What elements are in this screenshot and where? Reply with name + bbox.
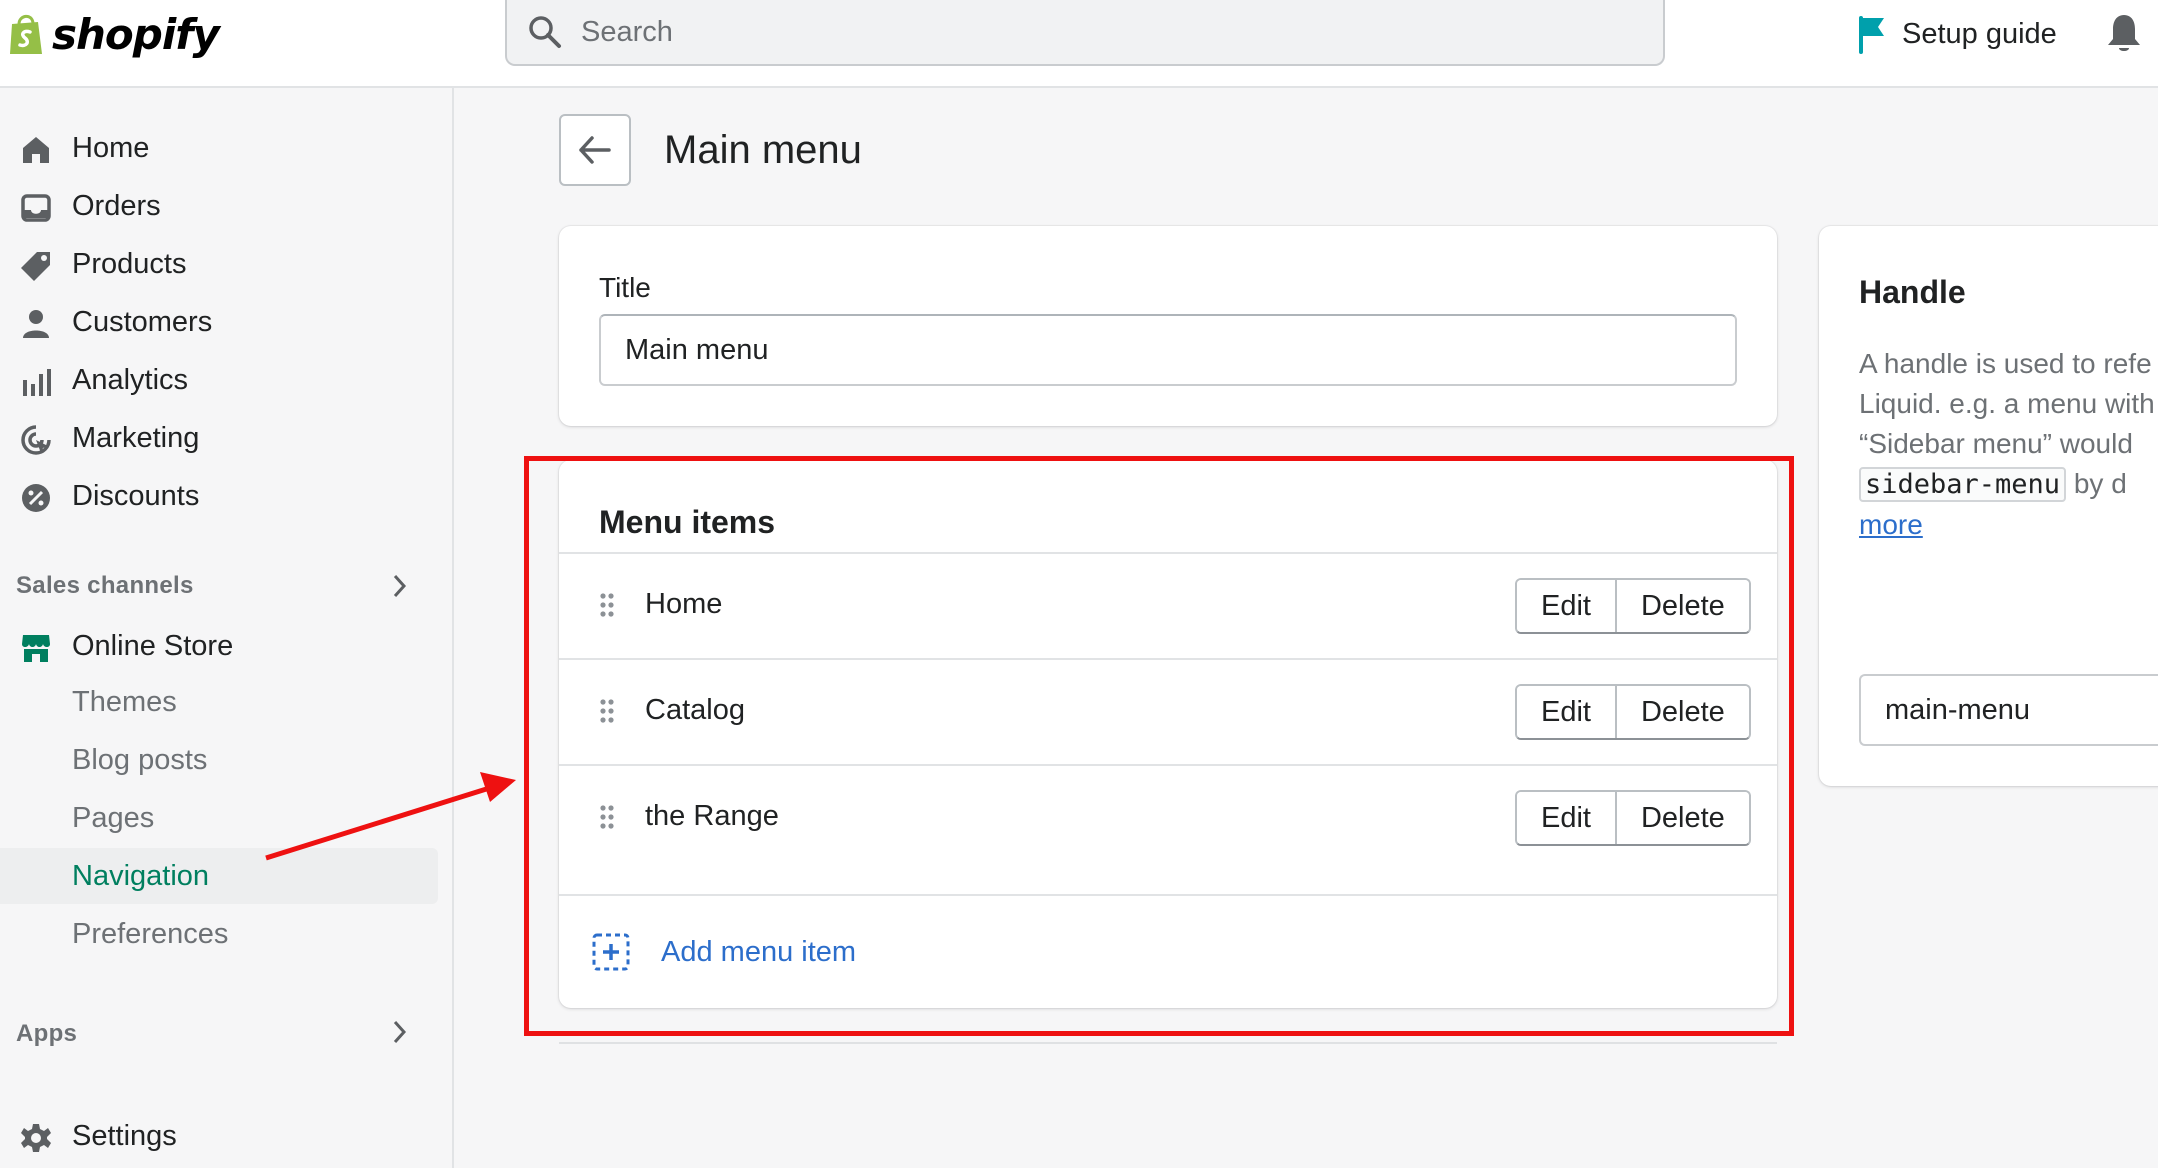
handle-heading: Handle (1859, 274, 1966, 310)
discount-badge-icon (22, 484, 50, 512)
orders-inbox-icon (21, 194, 51, 222)
setup-guide-label: Setup guide (1902, 17, 2057, 50)
drag-handle-icon[interactable] (599, 592, 615, 618)
sidebar-subitem-label: Preferences (72, 918, 229, 950)
sidebar-item-online-store[interactable]: Online Store (0, 618, 438, 674)
sidebar-item-analytics[interactable]: Analytics (0, 352, 438, 408)
sidebar: Home Orders Products Customers Analytics… (0, 88, 454, 1168)
sidebar-subitem-pages[interactable]: Pages (0, 790, 438, 846)
sidebar-subitem-themes[interactable]: Themes (0, 674, 438, 730)
title-label: Title (599, 272, 651, 303)
menu-items-card: Menu items Home Edit Delete Catalog Edit… (559, 460, 1777, 1008)
sidebar-item-label: Orders (72, 189, 161, 222)
arrow-left-icon (579, 136, 611, 164)
handle-desc-line: A handle is used to refe (1859, 348, 2152, 379)
notifications-button[interactable] (2106, 12, 2142, 59)
drag-handle-icon[interactable] (599, 698, 615, 724)
sidebar-subitem-navigation[interactable]: Navigation (0, 848, 438, 904)
add-menu-item-link[interactable]: Add menu item (591, 932, 856, 972)
sidebar-subitem-preferences[interactable]: Preferences (0, 906, 438, 962)
flag-icon (1859, 16, 1884, 54)
add-item-icon (592, 933, 630, 971)
edit-button[interactable]: Edit (1517, 686, 1615, 738)
bar-chart-icon (23, 369, 51, 396)
sidebar-subitem-label: Pages (72, 802, 155, 834)
person-icon (23, 310, 49, 338)
target-icon (21, 425, 51, 455)
divider (559, 1042, 1777, 1044)
back-button[interactable] (559, 114, 631, 186)
sidebar-subitem-blog-posts[interactable]: Blog posts (0, 732, 438, 788)
sidebar-item-discounts[interactable]: Discounts (0, 468, 438, 524)
menu-item-label: Home (645, 588, 723, 620)
delete-button[interactable]: Delete (1614, 686, 1749, 738)
menu-item-label: the Range (645, 800, 779, 832)
edit-button[interactable]: Edit (1517, 580, 1615, 632)
sidebar-item-label: Marketing (72, 421, 200, 454)
sidebar-item-orders[interactable]: Orders (0, 178, 438, 234)
handle-desc-line: “Sidebar menu” would (1859, 428, 2133, 459)
search-bar[interactable] (505, 0, 1665, 66)
sidebar-item-label: Customers (72, 305, 213, 338)
add-menu-item-row: Add menu item (559, 894, 1777, 1008)
handle-card: Handle A handle is used to refe Liquid. … (1819, 226, 2158, 786)
title-input[interactable] (599, 314, 1737, 386)
handle-code-example: sidebar-menu (1859, 467, 2067, 502)
search-input[interactable] (579, 8, 1643, 56)
sidebar-item-products[interactable]: Products (0, 236, 438, 292)
sidebar-item-label: Online Store (72, 629, 234, 662)
tag-icon (21, 252, 50, 281)
title-card: Title (559, 226, 1777, 426)
store-icon (22, 635, 50, 662)
sidebar-item-marketing[interactable]: Marketing (0, 410, 438, 466)
menu-item-label: Catalog (645, 694, 745, 726)
menu-item-row: Home Edit Delete (559, 552, 1777, 658)
delete-button[interactable]: Delete (1614, 580, 1749, 632)
edit-button[interactable]: Edit (1517, 792, 1615, 844)
menu-items-heading: Menu items (599, 504, 776, 540)
sidebar-subitem-label: Blog posts (72, 744, 208, 776)
drag-handle-icon[interactable] (599, 804, 615, 830)
sales-channels-heading: Sales channels (16, 572, 194, 599)
sidebar-item-label: Settings (72, 1119, 177, 1152)
chevron-right-icon[interactable] (390, 1018, 410, 1046)
gear-icon (21, 1124, 51, 1152)
sidebar-item-settings[interactable]: Settings (0, 1108, 438, 1164)
sidebar-item-home[interactable]: Home (0, 120, 438, 176)
main-content: Main menu Title Menu items Home Edit Del… (456, 88, 2158, 1168)
bell-icon (2108, 15, 2140, 51)
handle-input[interactable] (1859, 674, 2158, 746)
sidebar-item-label: Home (72, 131, 150, 164)
search-icon (529, 16, 561, 48)
chevron-right-icon[interactable] (390, 572, 410, 600)
handle-desc-text: by d (2066, 468, 2127, 499)
sidebar-subitem-label: Navigation (72, 860, 210, 892)
menu-item-row: the Range Edit Delete (559, 764, 1777, 870)
menu-item-row: Catalog Edit Delete (559, 658, 1777, 764)
sidebar-item-label: Products (72, 247, 187, 280)
page-title: Main menu (664, 128, 862, 172)
menu-item-actions: Edit Delete (1515, 684, 1751, 740)
menu-item-actions: Edit Delete (1515, 578, 1751, 634)
shopify-bag-icon (10, 14, 42, 54)
home-icon (23, 137, 49, 163)
apps-heading: Apps (16, 1020, 78, 1047)
sidebar-item-label: Discounts (72, 479, 200, 512)
sidebar-item-label: Analytics (72, 363, 189, 396)
brand-name: shopify (52, 9, 220, 59)
shopify-logo[interactable]: shopify (8, 4, 220, 64)
sidebar-subitem-label: Themes (72, 686, 177, 718)
handle-description: A handle is used to refe Liquid. e.g. a … (1859, 344, 2158, 545)
sidebar-item-customers[interactable]: Customers (0, 294, 438, 350)
add-menu-item-label: Add menu item (661, 935, 857, 968)
menu-item-actions: Edit Delete (1515, 790, 1751, 846)
setup-guide-button[interactable]: Setup guide (1856, 12, 2057, 56)
handle-desc-line: Liquid. e.g. a menu with (1859, 388, 2155, 419)
top-bar: shopify Setup guide (0, 0, 2158, 88)
learn-more-link[interactable]: more (1859, 509, 1923, 540)
delete-button[interactable]: Delete (1614, 792, 1749, 844)
